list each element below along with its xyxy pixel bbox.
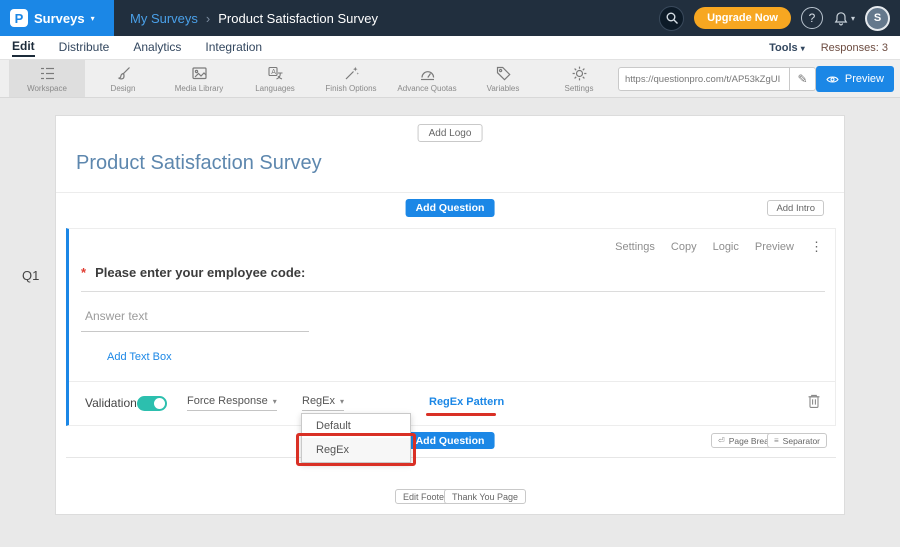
pencil-icon: ✎: [797, 72, 807, 86]
surveys-product-menu[interactable]: P Surveys ▾: [0, 0, 114, 36]
toolbar-item-workspace[interactable]: Workspace: [9, 60, 85, 97]
toolbar-item-design[interactable]: Design: [85, 60, 161, 97]
share-url-input[interactable]: [618, 67, 790, 91]
tab-distribute[interactable]: Distribute: [59, 40, 110, 56]
separator-button[interactable]: ≡Separator: [767, 433, 827, 448]
image-icon: [191, 65, 208, 82]
gear-icon: [571, 65, 588, 82]
answer-text-placeholder[interactable]: Answer text: [85, 309, 148, 323]
questionpro-survey-builder: P Surveys ▾ My Surveys › Product Satisfa…: [0, 0, 900, 547]
divider: [69, 381, 835, 382]
answer-input-underline: [81, 331, 309, 332]
validation-label: Validation: [85, 396, 137, 410]
add-question-button-bottom[interactable]: Add Question: [406, 432, 495, 449]
tag-icon: [495, 65, 512, 82]
add-text-box-link[interactable]: Add Text Box: [107, 351, 172, 363]
force-response-dropdown[interactable]: Force Response▾: [187, 395, 277, 411]
svg-text:A: A: [271, 69, 276, 76]
trash-icon: [807, 393, 821, 409]
breadcrumb-separator: ›: [206, 11, 210, 26]
tools-menu[interactable]: Tools ▾: [769, 42, 805, 54]
responses-count[interactable]: Responses: 3: [821, 42, 888, 54]
help-button[interactable]: ?: [801, 7, 823, 29]
add-logo-button[interactable]: Add Logo: [418, 124, 483, 142]
add-question-button-top[interactable]: Add Question: [406, 199, 495, 217]
chevron-down-icon: ▾: [340, 397, 344, 406]
validation-type-menu: Default RegEx: [301, 413, 411, 463]
question-logic-link[interactable]: Logic: [713, 241, 739, 253]
tab-integration[interactable]: Integration: [205, 40, 262, 56]
gauge-icon: [419, 65, 436, 82]
survey-title[interactable]: Product Satisfaction Survey: [76, 152, 322, 175]
question-block-q1: Settings Copy Logic Preview ⋮ *Please en…: [66, 228, 836, 426]
question-copy-link[interactable]: Copy: [671, 241, 697, 253]
question-prompt[interactable]: *Please enter your employee code:: [81, 265, 305, 280]
builder-toolbar: Workspace Design Media Library A Languag…: [0, 60, 900, 98]
divider: [81, 291, 825, 292]
search-icon: [665, 11, 679, 25]
question-code: Q1: [22, 268, 39, 283]
avatar[interactable]: S: [865, 6, 890, 31]
tab-edit[interactable]: Edit: [12, 39, 35, 57]
notifications-button[interactable]: ▾: [833, 11, 855, 26]
add-intro-button[interactable]: Add Intro: [767, 200, 824, 216]
toolbar-item-settings[interactable]: Settings: [541, 60, 617, 97]
upgrade-now-button[interactable]: Upgrade Now: [694, 7, 791, 29]
breadcrumb-my-surveys[interactable]: My Surveys: [130, 11, 198, 26]
survey-card: Add Logo Product Satisfaction Survey Add…: [55, 115, 845, 515]
breadcrumb-current-survey: Product Satisfaction Survey: [218, 11, 378, 26]
questionpro-logo: P: [10, 9, 28, 27]
delete-question-button[interactable]: [807, 393, 821, 409]
translate-icon: A: [267, 65, 284, 82]
toolbar-item-languages[interactable]: A Languages: [237, 60, 313, 97]
menu-option-regex[interactable]: RegEx: [302, 438, 410, 462]
chevron-down-icon: ▾: [91, 14, 95, 23]
toolbar-item-finish-options[interactable]: Finish Options: [313, 60, 389, 97]
divider: [66, 457, 836, 458]
toolbar-item-media-library[interactable]: Media Library: [161, 60, 237, 97]
kebab-menu-icon[interactable]: ⋮: [810, 239, 823, 255]
share-url-group: ✎: [618, 67, 816, 91]
regex-pattern-link[interactable]: RegEx Pattern: [429, 396, 504, 408]
validation-type-dropdown[interactable]: RegEx▾: [302, 395, 344, 411]
thank-you-page-button[interactable]: Thank You Page: [444, 489, 526, 504]
workspace-icon: [39, 65, 56, 82]
product-menu-label: Surveys: [34, 11, 85, 26]
validation-row: Validation Force Response▾ RegEx▾ RegEx …: [69, 383, 835, 427]
divider: [56, 192, 844, 193]
toolbar-item-variables[interactable]: Variables: [465, 60, 541, 97]
toggle-knob: [154, 398, 165, 409]
tab-analytics[interactable]: Analytics: [133, 40, 181, 56]
eye-icon: [826, 74, 839, 85]
wand-icon: [343, 65, 360, 82]
top-bar: P Surveys ▾ My Surveys › Product Satisfa…: [0, 0, 900, 36]
breadcrumb: My Surveys › Product Satisfaction Survey: [130, 11, 378, 26]
nav-right-group: Tools ▾ Responses: 3: [769, 42, 888, 54]
question-preview-link[interactable]: Preview: [755, 241, 794, 253]
bell-icon: [833, 11, 849, 26]
survey-nav-bar: Edit Distribute Analytics Integration To…: [0, 36, 900, 60]
page-break-icon: ⏎: [718, 436, 725, 445]
question-settings-link[interactable]: Settings: [615, 241, 655, 253]
menu-option-default[interactable]: Default: [302, 414, 410, 438]
chevron-down-icon: ▾: [273, 397, 277, 406]
annotation-red-underline: [426, 413, 496, 416]
paintbrush-icon: [115, 65, 132, 82]
separator-icon: ≡: [774, 436, 779, 445]
search-button[interactable]: [659, 6, 684, 31]
toolbar-item-advance-quotas[interactable]: Advance Quotas: [389, 60, 465, 97]
required-marker: *: [81, 265, 86, 280]
question-actions: Settings Copy Logic Preview ⋮: [615, 239, 823, 255]
top-bar-actions: Upgrade Now ? ▾ S: [659, 6, 900, 31]
chevron-down-icon: ▾: [801, 44, 805, 53]
survey-canvas: Q1 Add Logo Product Satisfaction Survey …: [0, 98, 900, 547]
validation-toggle[interactable]: [137, 396, 167, 411]
chevron-down-icon: ▾: [851, 14, 855, 23]
edit-url-button[interactable]: ✎: [790, 67, 816, 91]
preview-button[interactable]: Preview: [816, 66, 894, 92]
